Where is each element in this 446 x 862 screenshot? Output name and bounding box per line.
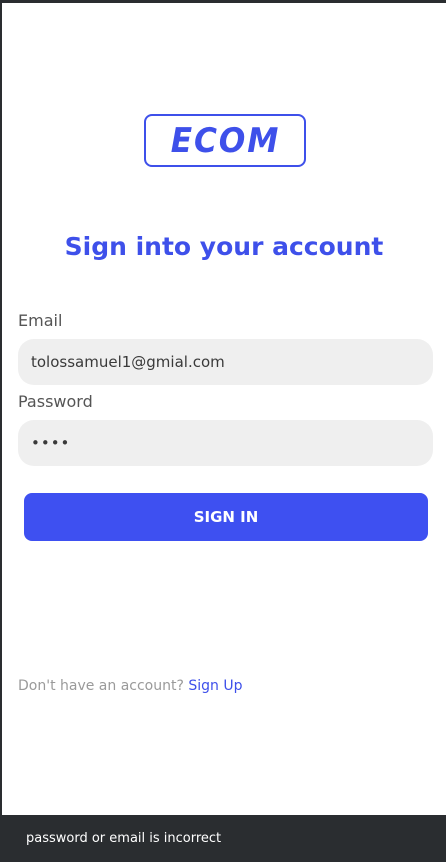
error-snackbar: password or email is incorrect — [0, 815, 446, 862]
logo-text: ECOM — [170, 120, 280, 161]
snackbar-message: password or email is incorrect — [26, 831, 222, 846]
signup-prompt: Don't have an account? — [18, 678, 184, 694]
password-field[interactable]: •••• — [18, 420, 433, 466]
page-title: Sign into your account — [64, 232, 384, 261]
sign-in-button[interactable]: SIGN IN — [24, 493, 428, 541]
logo: ECOM — [144, 114, 306, 167]
email-label: Email — [18, 311, 63, 330]
email-field[interactable]: tolossamuel1@gmial.com — [18, 339, 433, 385]
sign-up-link[interactable]: Sign Up — [188, 678, 242, 694]
signup-row: Don't have an account? Sign Up — [18, 678, 243, 694]
login-screen: ECOM Sign into your account Email toloss… — [2, 3, 446, 815]
password-field-value: •••• — [31, 434, 71, 452]
email-field-value: tolossamuel1@gmial.com — [31, 353, 225, 371]
password-label: Password — [18, 392, 93, 411]
